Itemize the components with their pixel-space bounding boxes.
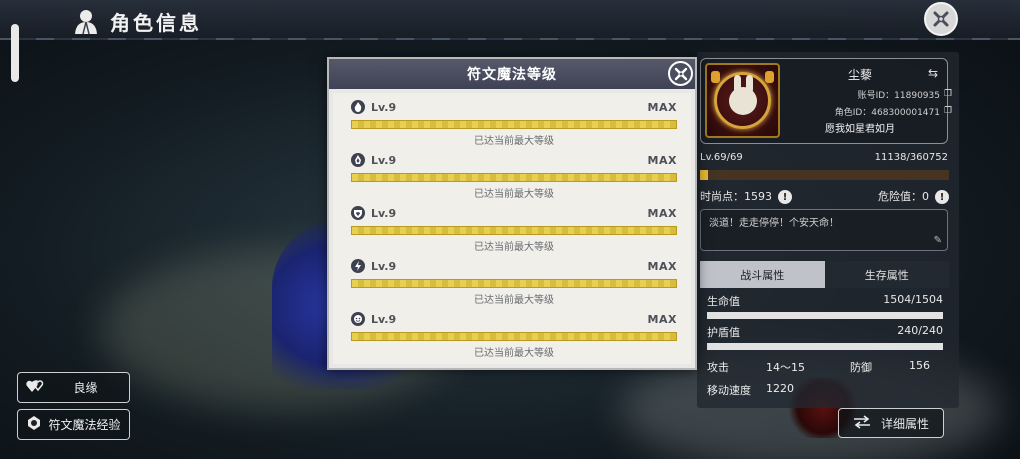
rune-magic-level-dialog: 符文魔法等级 Lv.9 MAX 已达当前最大等级 Lv.9 MAX 已达当前最大等级 Lv.… (327, 57, 697, 370)
rune-magic-exp-button[interactable]: 符文魔法经验 (17, 409, 130, 440)
bond-button[interactable]: 良缘 (17, 372, 130, 403)
tab-survival[interactable]: 生存属性 (824, 261, 949, 288)
status-row: 时尚点：1593! 危险值：0! (700, 188, 949, 204)
detail-attributes-label: 详细属性 (880, 416, 929, 431)
rune-progress-fill (352, 174, 676, 181)
motto-text: 淡道！走走停停！个安天命！ (709, 218, 839, 229)
rune-max-label: MAX (647, 206, 677, 220)
level-value: Lv.69/69 (700, 152, 743, 163)
attack-label: 攻击 (707, 361, 729, 374)
swap-arrows-icon (853, 414, 871, 432)
hp-attribute: 生命值 1504/1504 (707, 293, 943, 319)
rune-status-note: 已达当前最大等级 (474, 136, 554, 147)
rune-magic-exp-label: 符文魔法经验 (48, 418, 121, 432)
role-id: 角色ID：468300001471 (834, 108, 940, 118)
rune-progress-bar (351, 279, 677, 288)
rune-progress-bar (351, 120, 677, 129)
defense-value: 156 (909, 359, 930, 372)
hp-bar (707, 312, 943, 319)
rune-level: Lv.9 (371, 259, 397, 273)
shield-attribute: 护盾值 240/240 (707, 324, 943, 350)
rune-max-label: MAX (647, 312, 677, 326)
shield-bar (707, 343, 943, 350)
dialog-header: 符文魔法等级 (329, 59, 695, 89)
dialog-body: Lv.9 MAX 已达当前最大等级 Lv.9 MAX 已达当前最大等级 Lv.9 MAX 已达当… (333, 93, 691, 364)
rune-level-row: Lv.9 MAX 已达当前最大等级 (351, 99, 677, 152)
dialog-title: 符文魔法等级 (467, 67, 557, 83)
shield-value: 240/240 (897, 324, 943, 337)
switch-icon[interactable]: ⇆ (928, 66, 938, 80)
danger-value: 危险值：0 (878, 190, 929, 203)
scrollbar-thumb[interactable] (11, 24, 19, 82)
avatar[interactable] (705, 63, 780, 138)
face-icon (351, 312, 365, 326)
rune-level-row: Lv.9 MAX 已达当前最大等级 (351, 205, 677, 258)
rune-progress-bar (351, 226, 677, 235)
hp-value: 1504/1504 (883, 293, 943, 306)
account-id: 账号ID：11890935 (857, 91, 940, 101)
exp-bar (700, 170, 949, 180)
rune-max-label: MAX (647, 153, 677, 167)
lightning-icon (351, 259, 365, 273)
rune-level-row: Lv.9 MAX 已达当前最大等级 (351, 152, 677, 205)
close-icon (933, 11, 949, 27)
exp-bar-fill (700, 170, 708, 180)
tab-combat[interactable]: 战斗属性 (700, 261, 825, 288)
rune-progress-fill (352, 333, 676, 340)
exp-value: 11138/360752 (874, 152, 948, 163)
copy-account-icon[interactable]: ❐ (944, 89, 952, 99)
pencil-icon[interactable]: ✎ (934, 235, 942, 246)
player-signature: 愿我如星君如月 (825, 124, 895, 135)
dialog-close-button[interactable] (668, 61, 693, 86)
flame-icon (351, 100, 365, 114)
rune-max-label: MAX (647, 259, 677, 273)
defense-label: 防御 (850, 361, 872, 374)
motto-field[interactable]: 淡道！走走停停！个安天命！ ✎ (700, 209, 948, 251)
character-silhouette-icon (70, 5, 102, 37)
copy-role-icon[interactable]: ❐ (944, 106, 952, 116)
speed-value: 1220 (766, 382, 794, 395)
bond-button-label: 良缘 (73, 381, 98, 395)
rune-progress-fill (352, 227, 676, 234)
info-icon[interactable]: ! (778, 190, 792, 204)
level-row: Lv.69/69 11138/360752 (700, 152, 948, 163)
fire-icon (351, 153, 365, 167)
rune-status-note: 已达当前最大等级 (474, 242, 554, 253)
fashion-points: 时尚点：1593 (700, 190, 772, 203)
rune-icon (26, 415, 42, 434)
detail-attributes-button[interactable]: 详细属性 (838, 408, 944, 438)
rune-level: Lv.9 (371, 153, 397, 167)
rune-progress-fill (352, 280, 676, 287)
heart-shield-icon (351, 206, 365, 220)
close-icon (674, 67, 687, 80)
attack-value: 14～15 (766, 361, 805, 374)
rune-level: Lv.9 (371, 312, 397, 326)
hp-label: 生命值 (707, 295, 740, 308)
shield-label: 护盾值 (707, 326, 740, 339)
rune-level: Lv.9 (371, 206, 397, 220)
rune-progress-bar (351, 332, 677, 341)
close-button[interactable] (924, 2, 958, 36)
rune-status-note: 已达当前最大等级 (474, 348, 554, 359)
rune-max-label: MAX (647, 100, 677, 114)
info-icon[interactable]: ! (935, 190, 949, 204)
speed-label: 移动速度 (707, 384, 751, 397)
hearts-icon (26, 379, 44, 396)
rune-level-row: Lv.9 MAX 已达当前最大等级 (351, 258, 677, 311)
rune-status-note: 已达当前最大等级 (474, 189, 554, 200)
page-header: 角色信息 (70, 4, 202, 38)
rune-progress-bar (351, 173, 677, 182)
attribute-tabs: 战斗属性 生存属性 (700, 261, 949, 288)
rune-level: Lv.9 (371, 100, 397, 114)
rune-status-note: 已达当前最大等级 (474, 295, 554, 306)
page-title: 角色信息 (110, 10, 202, 35)
rune-progress-fill (352, 121, 676, 128)
rune-level-row: Lv.9 MAX 已达当前最大等级 (351, 311, 677, 364)
player-name: 尘藜 (847, 68, 872, 82)
